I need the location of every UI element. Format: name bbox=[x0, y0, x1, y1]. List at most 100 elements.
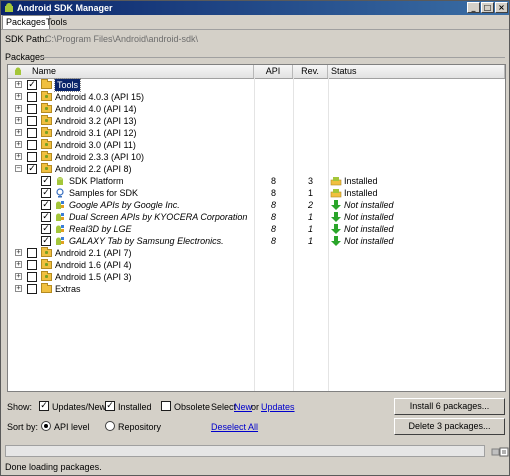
row-checkbox[interactable]: ✓ bbox=[27, 164, 37, 174]
package-name: Android 3.1 (API 12) bbox=[55, 128, 137, 138]
table-row[interactable]: + Android 3.1 (API 12) bbox=[8, 127, 505, 139]
expand-icon[interactable]: + bbox=[15, 261, 22, 268]
row-checkbox[interactable] bbox=[27, 152, 37, 162]
maximize-button[interactable]: □ bbox=[481, 2, 494, 13]
expand-icon[interactable]: + bbox=[15, 285, 22, 292]
packages-table: Name API Rev. Status + ✓ Tools + Android 4.0… bbox=[7, 64, 506, 392]
table-row[interactable]: + Android 1.5 (API 3) bbox=[8, 271, 505, 283]
package-api bbox=[254, 151, 293, 163]
table-row[interactable]: + Android 4.0.3 (API 15) bbox=[8, 91, 505, 103]
table-row[interactable]: ✓ GALAXY Tab by Samsung Electronics. 8 1 Not… bbox=[8, 235, 505, 247]
row-checkbox[interactable] bbox=[27, 248, 37, 258]
table-row[interactable]: + ✓ Tools bbox=[8, 78, 505, 92]
expand-icon[interactable]: + bbox=[15, 249, 22, 256]
installed-checkbox[interactable]: ✓ bbox=[105, 401, 115, 411]
sdk-manager-window: Android SDK Manager _ □ × Packages Tools… bbox=[0, 0, 510, 476]
sort-by-label: Sort by: bbox=[7, 422, 39, 432]
expand-icon[interactable]: + bbox=[15, 153, 22, 160]
android-folder-icon bbox=[41, 127, 52, 137]
menu-tools[interactable]: Tools bbox=[43, 16, 70, 28]
close-button[interactable]: × bbox=[495, 2, 508, 13]
table-row[interactable]: + Android 2.3.3 (API 10) bbox=[8, 151, 505, 163]
table-row[interactable]: ✓ Dual Screen APIs by KYOCERA Corporation… bbox=[8, 211, 505, 223]
table-row[interactable]: ✓ Real3D by LGE 8 1 Not installed bbox=[8, 223, 505, 235]
column-api-header[interactable]: API bbox=[254, 65, 293, 78]
table-row[interactable]: ✓ SDK Platform 8 3 Installed bbox=[8, 175, 505, 187]
android-app-icon bbox=[5, 3, 13, 12]
expand-icon[interactable]: + bbox=[15, 117, 22, 124]
table-row[interactable]: ✓ Google APIs by Google Inc. 8 2 Not install… bbox=[8, 199, 505, 211]
expand-icon[interactable]: + bbox=[15, 93, 22, 100]
column-rev-header[interactable]: Rev. bbox=[293, 65, 328, 78]
package-api: 8 bbox=[270, 188, 276, 198]
minimize-button[interactable]: _ bbox=[467, 2, 480, 13]
table-row[interactable]: + Android 3.2 (API 13) bbox=[8, 115, 505, 127]
row-checkbox[interactable] bbox=[27, 272, 37, 282]
delete-packages-button[interactable]: Delete 3 packages... bbox=[394, 418, 505, 435]
deselect-all-link[interactable]: Deselect All bbox=[211, 422, 258, 432]
updates-new-checkbox[interactable]: ✓ bbox=[39, 401, 49, 411]
status-text: Done loading packages. bbox=[5, 462, 102, 472]
expand-icon[interactable]: + bbox=[15, 141, 22, 148]
row-checkbox[interactable]: ✓ bbox=[41, 212, 51, 222]
table-row[interactable]: + Android 1.6 (API 4) bbox=[8, 259, 505, 271]
package-name: Android 3.2 (API 13) bbox=[55, 116, 137, 126]
expand-icon[interactable]: + bbox=[15, 105, 22, 112]
column-name-header[interactable]: Name bbox=[8, 65, 254, 78]
table-row[interactable]: + Android 2.1 (API 7) bbox=[8, 247, 505, 259]
row-checkbox[interactable] bbox=[27, 140, 37, 150]
expand-icon[interactable]: + bbox=[15, 81, 22, 88]
sort-android-icon bbox=[15, 67, 21, 75]
package-name: GALAXY Tab by Samsung Electronics. bbox=[69, 236, 224, 246]
package-api: 8 bbox=[270, 200, 276, 210]
row-checkbox[interactable] bbox=[27, 116, 37, 126]
package-name: Google APIs by Google Inc. bbox=[69, 200, 180, 210]
package-api bbox=[254, 247, 293, 259]
table-row[interactable]: + Android 3.0 (API 11) bbox=[8, 139, 505, 151]
row-checkbox[interactable]: ✓ bbox=[41, 224, 51, 234]
sort-repository-radio[interactable] bbox=[105, 421, 115, 431]
packages-group-label: Packages bbox=[5, 52, 45, 62]
table-row[interactable]: ✓ Samples for SDK 8 1 Installed bbox=[8, 187, 505, 199]
row-checkbox[interactable] bbox=[27, 128, 37, 138]
log-window-icon[interactable] bbox=[499, 446, 510, 458]
package-api: 8 bbox=[270, 212, 276, 222]
table-row[interactable]: + Extras bbox=[8, 283, 505, 295]
package-name: Android 1.6 (API 4) bbox=[55, 260, 132, 270]
collapse-icon[interactable]: − bbox=[15, 165, 22, 172]
row-checkbox[interactable]: ✓ bbox=[27, 80, 37, 90]
android-folder-icon bbox=[41, 163, 52, 173]
package-status: Not installed bbox=[344, 224, 394, 234]
column-status-header[interactable]: Status bbox=[328, 65, 505, 78]
row-checkbox[interactable] bbox=[27, 284, 37, 294]
package-name: Android 4.0 (API 14) bbox=[55, 104, 137, 114]
row-checkbox[interactable]: ✓ bbox=[41, 200, 51, 210]
package-rev bbox=[293, 115, 328, 127]
package-rev bbox=[293, 127, 328, 139]
package-rev bbox=[293, 103, 328, 115]
download-arrow-icon bbox=[331, 200, 341, 210]
obsolete-checkbox[interactable] bbox=[161, 401, 171, 411]
select-updates-link[interactable]: Updates bbox=[261, 402, 295, 412]
row-checkbox[interactable]: ✓ bbox=[41, 176, 51, 186]
download-arrow-icon bbox=[331, 236, 341, 246]
column-name-label: Name bbox=[32, 66, 57, 76]
title-bar[interactable]: Android SDK Manager _ □ × bbox=[1, 1, 509, 15]
expand-icon[interactable]: + bbox=[15, 273, 22, 280]
row-checkbox[interactable] bbox=[27, 92, 37, 102]
package-rev bbox=[293, 271, 328, 283]
android-folder-icon bbox=[41, 271, 52, 281]
table-row[interactable]: − ✓ Android 2.2 (API 8) bbox=[8, 163, 505, 175]
row-checkbox[interactable]: ✓ bbox=[41, 188, 51, 198]
package-name: Android 4.0.3 (API 15) bbox=[55, 92, 145, 102]
expand-icon[interactable]: + bbox=[15, 129, 22, 136]
sort-api-level-radio[interactable] bbox=[41, 421, 51, 431]
table-row[interactable]: + Android 4.0 (API 14) bbox=[8, 103, 505, 115]
row-checkbox[interactable] bbox=[27, 104, 37, 114]
select-new-link[interactable]: New bbox=[234, 402, 252, 412]
install-packages-button[interactable]: Install 6 packages... bbox=[394, 398, 505, 415]
package-api: 8 bbox=[270, 236, 276, 246]
package-api bbox=[254, 139, 293, 151]
row-checkbox[interactable]: ✓ bbox=[41, 236, 51, 246]
row-checkbox[interactable] bbox=[27, 260, 37, 270]
